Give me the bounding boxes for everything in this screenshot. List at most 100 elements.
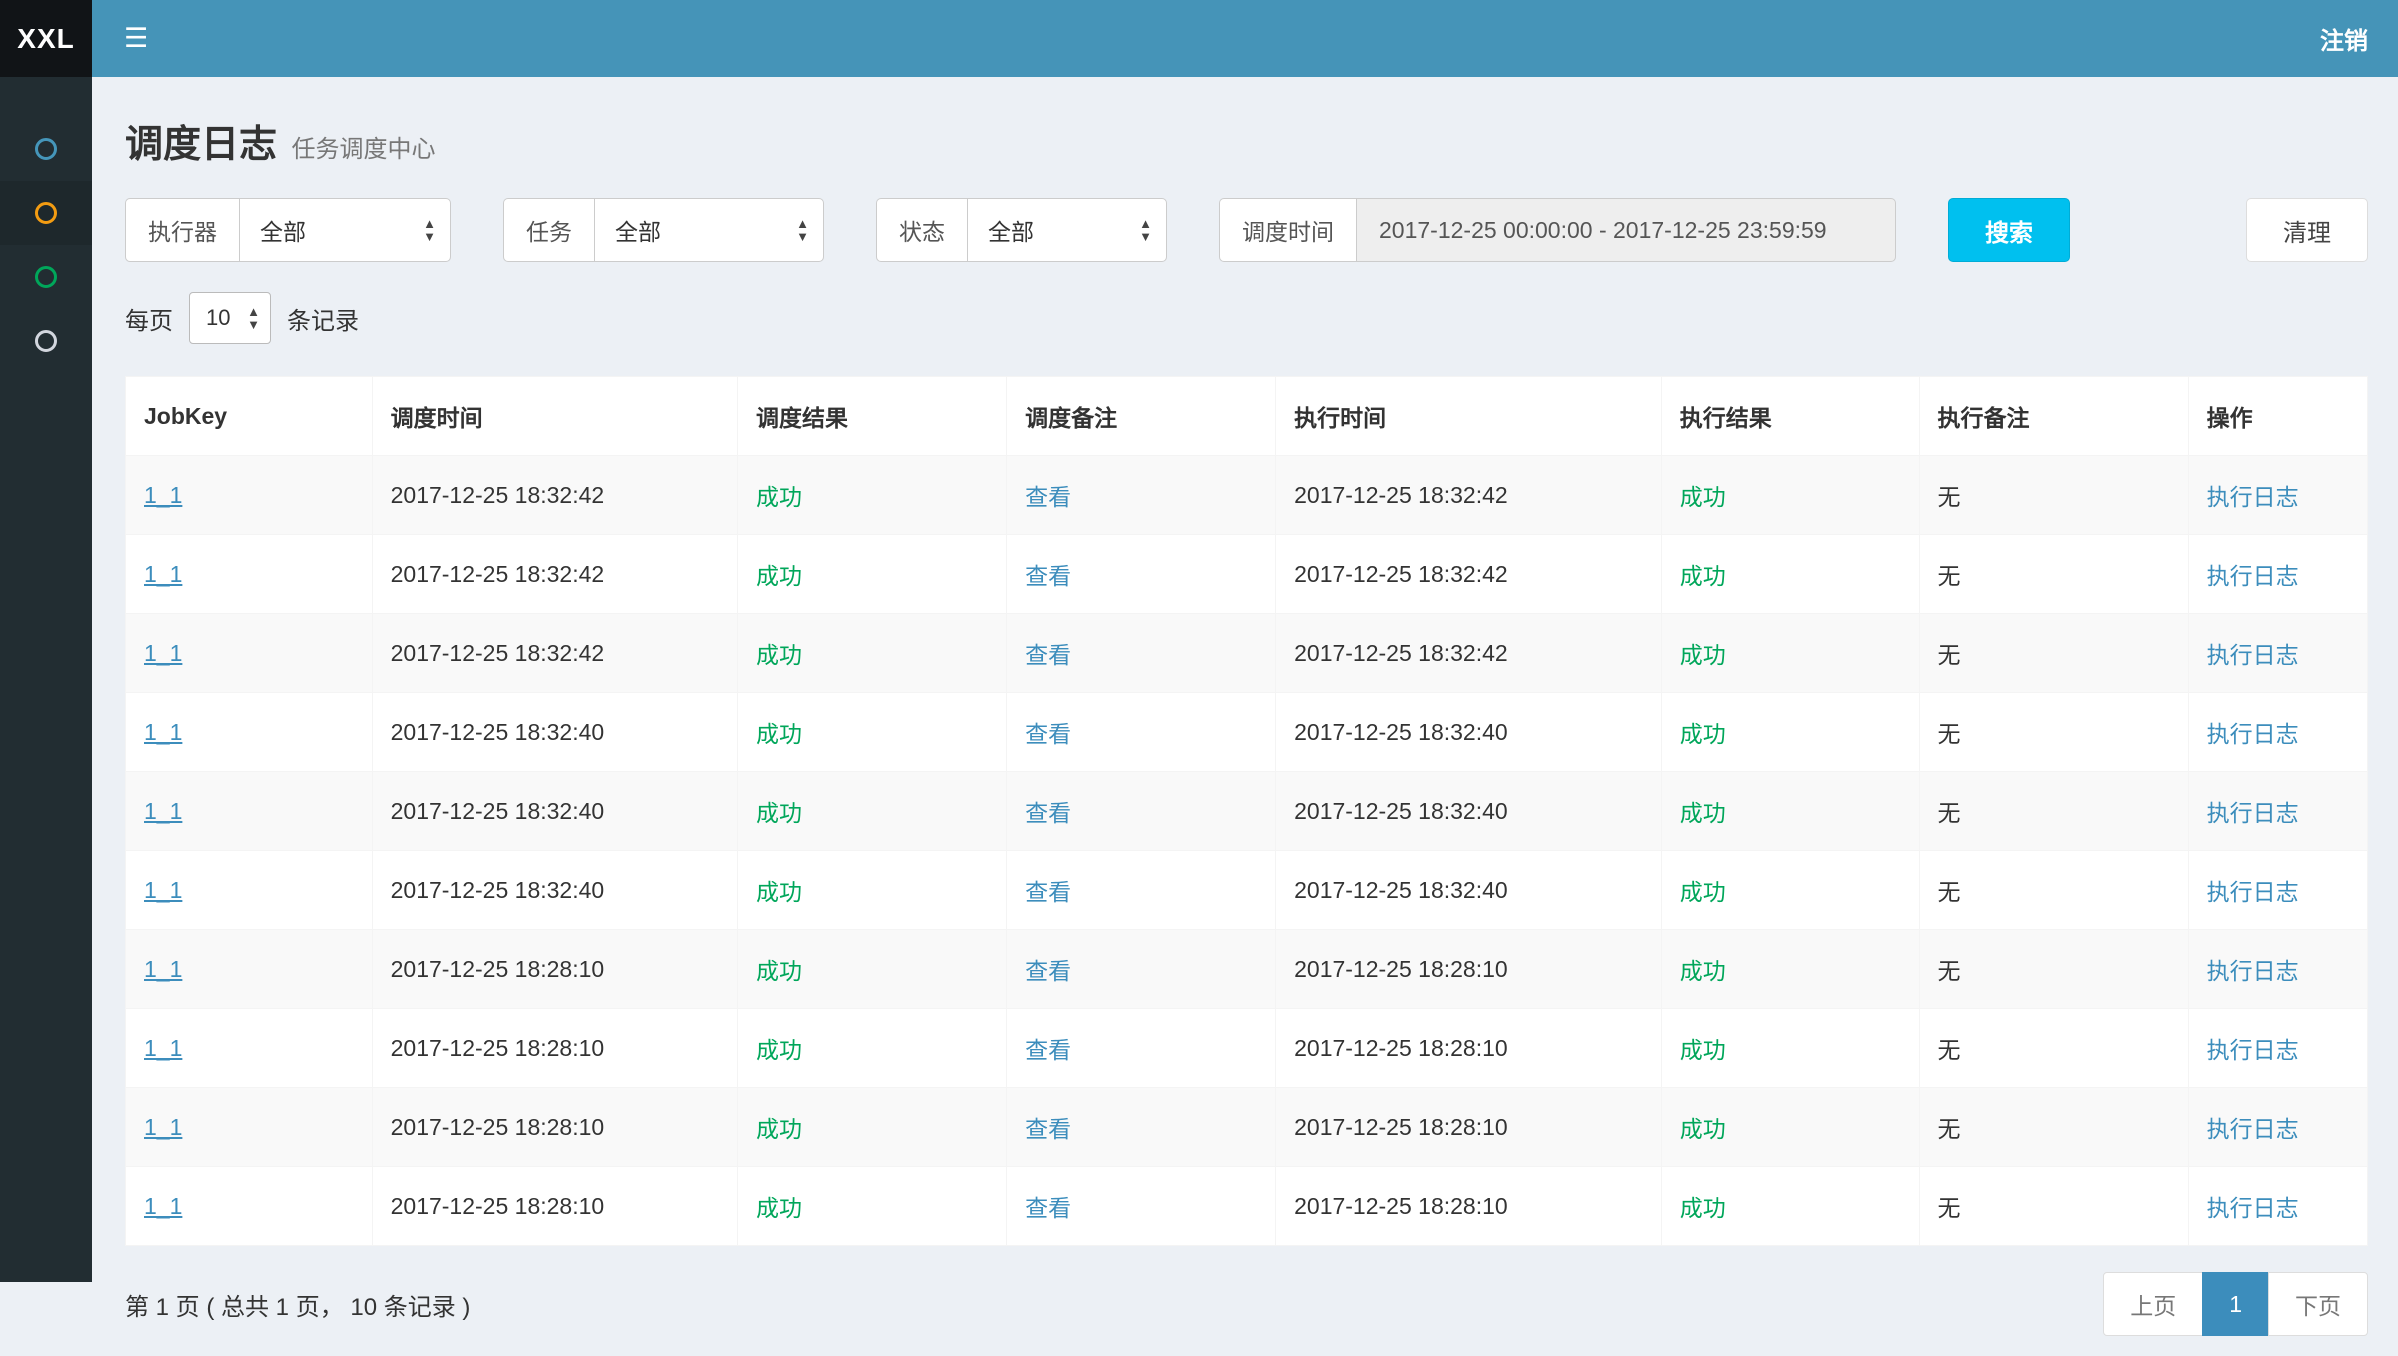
col-exec-remark[interactable]: 执行备注 <box>1919 377 2188 456</box>
page-size-control: 每页 10 ▲▼ 条记录 <box>125 292 2368 344</box>
exec-time-cell: 2017-12-25 18:32:42 <box>1276 456 1662 535</box>
col-action[interactable]: 操作 <box>2188 377 2367 456</box>
jobkey-link[interactable]: 1_1 <box>144 1193 182 1219</box>
sidebar-toggle-icon[interactable]: ☰ <box>92 0 180 77</box>
table-row: 1_1 2017-12-25 18:32:42 成功 查看 2017-12-25… <box>126 456 2368 535</box>
exec-log-link[interactable]: 执行日志 <box>2207 721 2299 747</box>
exec-log-link[interactable]: 执行日志 <box>2207 800 2299 826</box>
col-exec-result[interactable]: 执行结果 <box>1661 377 1919 456</box>
sidebar-item-menu-item-3[interactable] <box>0 245 92 309</box>
exec-time-cell: 2017-12-25 18:28:10 <box>1276 930 1662 1009</box>
table-row: 1_1 2017-12-25 18:28:10 成功 查看 2017-12-25… <box>126 1088 2368 1167</box>
sched-time-cell: 2017-12-25 18:32:40 <box>372 693 737 772</box>
executor-label: 执行器 <box>125 198 239 262</box>
page-summary: 第 1 页 ( 总共 1 页， 10 条记录 ) <box>125 1287 470 1322</box>
executor-filter-group: 执行器 全部 ▲▼ <box>125 198 451 262</box>
search-button[interactable]: 搜索 <box>1948 198 2070 262</box>
col-jobkey[interactable]: JobKey <box>126 377 373 456</box>
sidebar-item-menu-item-2[interactable] <box>0 181 92 245</box>
sched-remark-link[interactable]: 查看 <box>1025 563 1071 589</box>
schedule-time-input[interactable]: 2017-12-25 00:00:00 - 2017-12-25 23:59:5… <box>1356 198 1896 262</box>
col-exec-time[interactable]: 执行时间 <box>1276 377 1662 456</box>
navbar-main: ☰ 注销 <box>92 0 2398 77</box>
circle-o-icon <box>35 202 57 224</box>
logout-button[interactable]: 注销 <box>2290 0 2398 77</box>
page-header: 调度日志 任务调度中心 <box>125 113 2368 168</box>
exec-time-cell: 2017-12-25 18:28:10 <box>1276 1088 1662 1167</box>
circle-o-icon <box>35 330 57 352</box>
sidebar-item-menu-item-4[interactable] <box>0 309 92 373</box>
sched-remark-link[interactable]: 查看 <box>1025 484 1071 510</box>
exec-result-text: 成功 <box>1680 1037 1726 1063</box>
filter-bar: 执行器 全部 ▲▼ 任务 全部 ▲▼ 状态 全部 ▲▼ 调度时间 2017-12… <box>125 198 2368 262</box>
circle-o-icon <box>35 138 57 160</box>
status-label: 状态 <box>876 198 967 262</box>
sched-result-text: 成功 <box>756 1195 802 1221</box>
page-size-prefix: 每页 <box>125 301 173 336</box>
exec-log-link[interactable]: 执行日志 <box>2207 958 2299 984</box>
status-select-value: 全部 <box>988 213 1034 247</box>
sched-remark-link[interactable]: 查看 <box>1025 1195 1071 1221</box>
col-sched-time[interactable]: 调度时间 <box>372 377 737 456</box>
jobkey-link[interactable]: 1_1 <box>144 1114 182 1140</box>
jobkey-link[interactable]: 1_1 <box>144 956 182 982</box>
sched-time-cell: 2017-12-25 18:32:42 <box>372 614 737 693</box>
sched-remark-link[interactable]: 查看 <box>1025 642 1071 668</box>
exec-time-cell: 2017-12-25 18:32:40 <box>1276 851 1662 930</box>
sched-time-cell: 2017-12-25 18:28:10 <box>372 930 737 1009</box>
exec-result-text: 成功 <box>1680 642 1726 668</box>
exec-log-link[interactable]: 执行日志 <box>2207 1116 2299 1142</box>
sched-remark-link[interactable]: 查看 <box>1025 879 1071 905</box>
exec-log-link[interactable]: 执行日志 <box>2207 879 2299 905</box>
page-subtitle: 任务调度中心 <box>291 136 435 163</box>
executor-select[interactable]: 全部 ▲▼ <box>239 198 451 262</box>
sched-remark-link[interactable]: 查看 <box>1025 1037 1071 1063</box>
exec-log-link[interactable]: 执行日志 <box>2207 642 2299 668</box>
sched-remark-link[interactable]: 查看 <box>1025 1116 1071 1142</box>
sidebar-menu <box>0 77 92 1282</box>
sched-result-text: 成功 <box>756 563 802 589</box>
table-header-row: JobKey 调度时间 调度结果 调度备注 执行时间 执行结果 执行备注 操作 <box>126 377 2368 456</box>
exec-result-text: 成功 <box>1680 958 1726 984</box>
top-navbar: XXL ☰ 注销 <box>0 0 2398 77</box>
jobkey-link[interactable]: 1_1 <box>144 561 182 587</box>
select-stepper-icon: ▲▼ <box>247 305 260 331</box>
exec-remark-cell: 无 <box>1919 614 2188 693</box>
sched-result-text: 成功 <box>756 1037 802 1063</box>
jobkey-link[interactable]: 1_1 <box>144 877 182 903</box>
sched-time-cell: 2017-12-25 18:28:10 <box>372 1009 737 1088</box>
exec-time-cell: 2017-12-25 18:32:42 <box>1276 614 1662 693</box>
jobkey-link[interactable]: 1_1 <box>144 482 182 508</box>
jobkey-link[interactable]: 1_1 <box>144 798 182 824</box>
task-select[interactable]: 全部 ▲▼ <box>594 198 824 262</box>
page-size-select[interactable]: 10 ▲▼ <box>189 292 271 344</box>
exec-result-text: 成功 <box>1680 879 1726 905</box>
jobkey-link[interactable]: 1_1 <box>144 640 182 666</box>
sched-time-cell: 2017-12-25 18:32:40 <box>372 851 737 930</box>
exec-log-link[interactable]: 执行日志 <box>2207 484 2299 510</box>
jobkey-link[interactable]: 1_1 <box>144 1035 182 1061</box>
jobkey-link[interactable]: 1_1 <box>144 719 182 745</box>
task-filter-group: 任务 全部 ▲▼ <box>503 198 824 262</box>
table-row: 1_1 2017-12-25 18:32:40 成功 查看 2017-12-25… <box>126 772 2368 851</box>
exec-log-link[interactable]: 执行日志 <box>2207 1195 2299 1221</box>
page-size-suffix: 条记录 <box>287 301 359 336</box>
col-sched-result[interactable]: 调度结果 <box>738 377 1007 456</box>
circle-o-icon <box>35 266 57 288</box>
schedule-time-filter-group: 调度时间 2017-12-25 00:00:00 - 2017-12-25 23… <box>1219 198 1896 262</box>
sidebar-item-menu-item-1[interactable] <box>0 117 92 181</box>
exec-result-text: 成功 <box>1680 1116 1726 1142</box>
exec-time-cell: 2017-12-25 18:32:40 <box>1276 772 1662 851</box>
sched-remark-link[interactable]: 查看 <box>1025 721 1071 747</box>
exec-log-link[interactable]: 执行日志 <box>2207 563 2299 589</box>
table-row: 1_1 2017-12-25 18:32:42 成功 查看 2017-12-25… <box>126 535 2368 614</box>
exec-time-cell: 2017-12-25 18:28:10 <box>1276 1009 1662 1088</box>
col-sched-remark[interactable]: 调度备注 <box>1007 377 1276 456</box>
status-select[interactable]: 全部 ▲▼ <box>967 198 1167 262</box>
sched-remark-link[interactable]: 查看 <box>1025 800 1071 826</box>
sched-remark-link[interactable]: 查看 <box>1025 958 1071 984</box>
exec-time-cell: 2017-12-25 18:28:10 <box>1276 1167 1662 1246</box>
exec-log-link[interactable]: 执行日志 <box>2207 1037 2299 1063</box>
clear-button[interactable]: 清理 <box>2246 198 2368 262</box>
table-row: 1_1 2017-12-25 18:32:42 成功 查看 2017-12-25… <box>126 614 2368 693</box>
